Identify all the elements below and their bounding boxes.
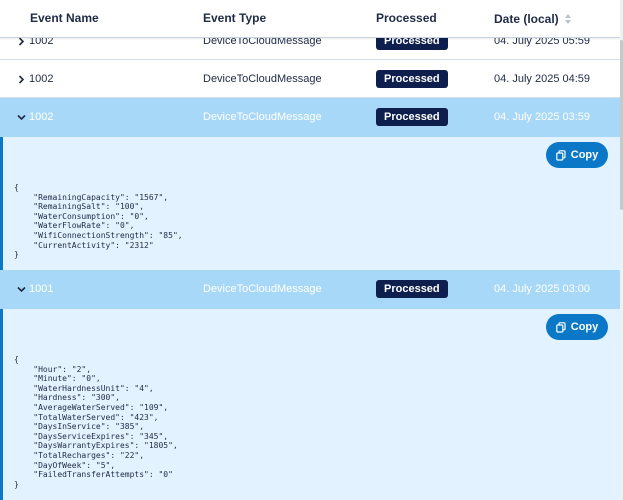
copy-icon — [555, 321, 566, 333]
processed-cell: Processed — [376, 98, 448, 136]
event-payload-json: { "Hour": "2", "Minute": "0", "WaterHard… — [14, 355, 178, 489]
chevron-down-icon[interactable] — [16, 98, 26, 136]
column-header-processed[interactable]: Processed — [376, 11, 437, 25]
event-detail-panel: Copy { "Hour": "2", "Minute": "0", "Wate… — [0, 309, 620, 500]
chevron-right-icon[interactable] — [16, 60, 26, 98]
table-row[interactable]: 1002 DeviceToCloudMessage Processed 04. … — [0, 60, 620, 98]
date-cell: 04. July 2025 04:59 — [494, 73, 591, 85]
processed-badge: Processed — [376, 280, 448, 299]
copy-button[interactable]: Copy — [546, 142, 608, 168]
table-row-expanded[interactable]: 1002 DeviceToCloudMessage Processed 04. … — [0, 98, 620, 137]
event-detail-panel: Copy { "RemainingCapacity": "1567", "Rem… — [0, 137, 620, 270]
column-header-event-type[interactable]: Event Type — [203, 11, 266, 25]
table-row-expanded[interactable]: 1001 DeviceToCloudMessage Processed 04. … — [0, 270, 620, 309]
column-header-date[interactable]: Date (local) — [494, 11, 572, 26]
event-type-cell: DeviceToCloudMessage — [203, 111, 322, 123]
sort-icon[interactable] — [564, 13, 572, 25]
date-cell: 04. July 2025 03:59 — [494, 111, 591, 123]
date-cell: 04. July 2025 03:00 — [494, 283, 591, 295]
table-header: Event Name Event Type Processed Date (lo… — [0, 0, 623, 38]
event-name-cell: 1001 — [29, 283, 54, 295]
event-payload-json: { "RemainingCapacity": "1567", "Remainin… — [14, 183, 183, 260]
event-type-cell: DeviceToCloudMessage — [203, 283, 322, 295]
chevron-down-icon[interactable] — [16, 270, 26, 308]
processed-badge: Processed — [376, 108, 448, 127]
event-type-cell: DeviceToCloudMessage — [203, 73, 322, 85]
column-header-event-name[interactable]: Event Name — [30, 11, 99, 25]
processed-cell: Processed — [376, 270, 448, 308]
copy-button[interactable]: Copy — [546, 314, 608, 340]
event-name-cell: 1002 — [29, 111, 54, 123]
copy-label: Copy — [570, 149, 599, 161]
copy-label: Copy — [570, 321, 599, 333]
processed-cell: Processed — [376, 60, 448, 98]
copy-icon — [555, 149, 566, 161]
column-header-date-label: Date (local) — [494, 12, 559, 26]
event-name-cell: 1002 — [29, 73, 54, 85]
event-grid: Event Name Event Type Processed Date (lo… — [0, 0, 623, 500]
processed-badge: Processed — [376, 70, 448, 89]
